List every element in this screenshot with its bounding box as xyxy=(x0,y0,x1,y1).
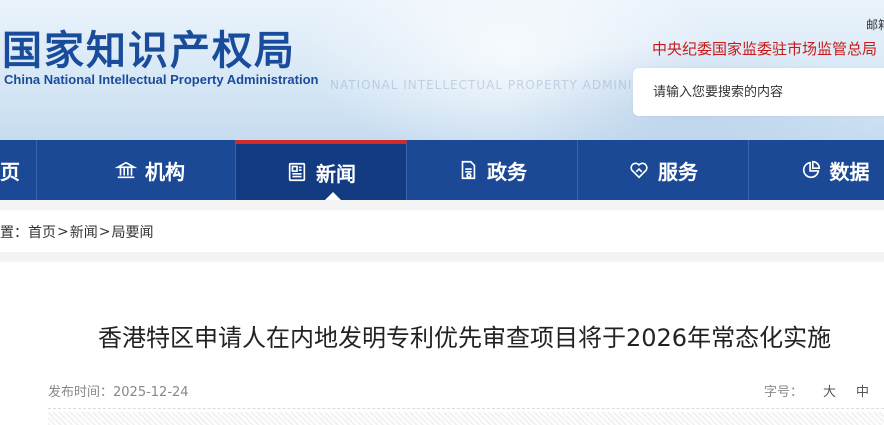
font-size-label: 字号： xyxy=(764,385,804,400)
supervision-link[interactable]: 中央纪委国家监委驻市场监管总局 xyxy=(652,38,877,59)
nav-item-label: 数据 xyxy=(829,159,870,184)
main-nav: 页 机构 新闻 政务 服务 数据 xyxy=(0,140,884,200)
font-size-medium-button[interactable]: 中 xyxy=(856,381,869,400)
site-logo-cn[interactable]: 国家知识产权局 xyxy=(2,18,296,76)
breadcrumb-home[interactable]: 首页 xyxy=(28,222,56,242)
site-header: NATIONAL INTELLECTUAL PROPERTY ADMINISTR… xyxy=(0,0,884,140)
nav-item-label: 服务 xyxy=(658,159,698,184)
news-icon xyxy=(286,161,308,183)
site-logo-en[interactable]: China National Intellectual Property Adm… xyxy=(4,72,318,87)
page-root: NATIONAL INTELLECTUAL PROPERTY ADMINISTR… xyxy=(0,0,884,425)
breadcrumb-news[interactable]: 新闻 xyxy=(70,222,98,242)
nav-item-home[interactable]: 页 xyxy=(0,140,37,200)
font-size-large-button[interactable]: 大 xyxy=(823,381,836,400)
pie-chart-icon xyxy=(800,159,822,181)
nav-item-institution[interactable]: 机构 xyxy=(65,140,236,200)
nav-item-label: 政务 xyxy=(487,159,527,184)
institution-icon xyxy=(115,159,137,181)
publish-date-label: 发布时间： xyxy=(48,385,114,400)
nav-item-label: 新闻 xyxy=(316,161,356,186)
nav-item-news[interactable]: 新闻 xyxy=(236,140,407,200)
breadcrumb-prefix: 置： xyxy=(0,225,28,241)
nav-item-data[interactable]: 数据 xyxy=(749,140,884,200)
article-title: 香港特区申请人在内地发明专利优先审查项目将于2026年常态化实施 xyxy=(98,324,832,352)
nav-item-label: 页 xyxy=(0,159,20,184)
search-box xyxy=(633,68,884,116)
publish-date: 发布时间：2025-12-24 xyxy=(48,381,189,400)
active-tab-indicator xyxy=(325,192,341,200)
breadcrumb-bureau-news[interactable]: 局要闻 xyxy=(111,222,153,242)
search-input[interactable] xyxy=(633,68,884,116)
publish-date-value: 2025-12-24 xyxy=(113,385,189,400)
document-icon xyxy=(457,159,479,181)
breadcrumb-separator: > xyxy=(57,224,69,240)
content-pattern-strip xyxy=(48,412,884,425)
font-size-control: 字号： 大 中 xyxy=(764,381,869,400)
heart-hand-icon xyxy=(628,159,650,181)
meta-divider xyxy=(48,408,884,409)
nav-item-label: 机构 xyxy=(145,159,185,184)
breadcrumb: 置： 首页 > 新闻 > 局要闻 xyxy=(0,222,153,242)
nav-item-service[interactable]: 服务 xyxy=(578,140,749,200)
nav-item-government-affairs[interactable]: 政务 xyxy=(407,140,578,200)
breadcrumb-separator: > xyxy=(98,224,111,240)
mail-link[interactable]: 邮箱 xyxy=(866,16,884,33)
